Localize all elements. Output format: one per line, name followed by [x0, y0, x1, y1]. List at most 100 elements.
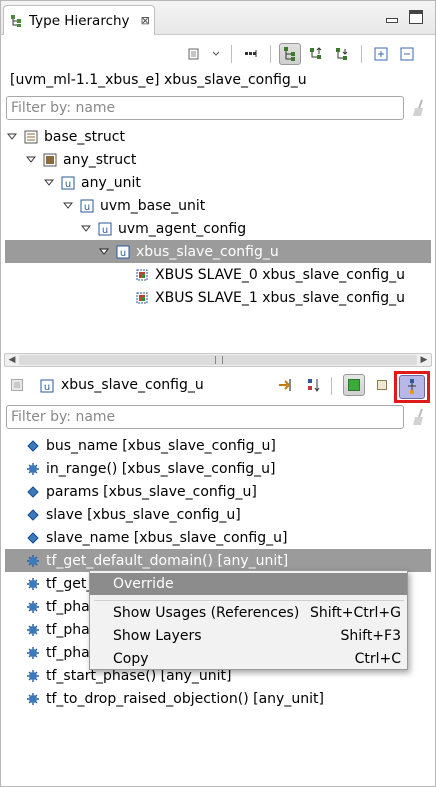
show-inherited-members-button[interactable]: [274, 374, 296, 396]
filter-members-button[interactable]: [343, 374, 365, 396]
tree-item-any-unit[interactable]: u any_unit: [43, 171, 141, 194]
member-label: bus_name [xbus_slave_config_u]: [46, 437, 276, 454]
member-tf-get[interactable]: tf_get_: [26, 572, 93, 595]
view-menu-button[interactable]: [183, 43, 205, 65]
method-icon: [26, 692, 40, 706]
tree-item-base-struct[interactable]: base_struct: [6, 125, 125, 148]
member-label: tf_get_: [46, 575, 94, 592]
green-square-icon: [348, 379, 360, 391]
members-filter-input[interactable]: Filter by: name: [6, 405, 404, 429]
tree-item-xbus-slave-0[interactable]: XBUS SLAVE_0 xbus_slave_config_u: [135, 263, 405, 286]
tree-item-xbus-slave-1[interactable]: XBUS SLAVE_1 xbus_slave_config_u: [135, 286, 405, 309]
tree-item-label: uvm_base_unit: [100, 197, 206, 214]
instance-icon: [135, 268, 149, 282]
toolbar-separator: [331, 377, 332, 395]
unit-icon: u: [61, 176, 75, 190]
menu-item-override[interactable]: Override: [90, 573, 407, 595]
breadcrumb: [uvm_ml-1.1_xbus_e] xbus_slave_config_u: [10, 72, 307, 88]
clear-filter-icon[interactable]: [410, 407, 428, 427]
member-in-range[interactable]: in_range() [xbus_slave_config_u]: [26, 457, 275, 480]
layout-button[interactable]: [240, 43, 262, 65]
tree-item-any-struct[interactable]: any_struct: [25, 148, 136, 171]
member-tf-get-default-domain[interactable]: tf_get_default_domain() [any_unit]: [5, 549, 431, 572]
close-icon[interactable]: ⊠: [141, 14, 150, 27]
member-slave[interactable]: slave [xbus_slave_config_u]: [26, 503, 241, 526]
show-supertype-hierarchy-button[interactable]: [305, 43, 327, 65]
hide-fields-button[interactable]: [371, 374, 393, 396]
tree-item-uvm-agent-config[interactable]: u uvm_agent_config: [80, 217, 246, 240]
view-tab-bar: Type Hierarchy ⊠: [1, 1, 435, 35]
expanded-twisty-icon[interactable]: [98, 246, 110, 258]
show-type-hierarchy-button[interactable]: [279, 43, 301, 65]
chevron-down-icon[interactable]: [209, 43, 223, 65]
tree-item-label: uvm_agent_config: [118, 220, 247, 237]
expanded-twisty-icon[interactable]: [25, 154, 37, 166]
field-icon: [26, 531, 40, 545]
svg-text:u: u: [44, 382, 50, 393]
expanded-twisty-icon[interactable]: [80, 223, 92, 235]
menu-item-label: Show Usages (References): [113, 605, 300, 621]
maximize-icon[interactable]: [409, 10, 423, 24]
history-icon: [188, 48, 199, 60]
member-tf-pha-1[interactable]: tf_pha: [26, 595, 90, 618]
svg-text:u: u: [65, 179, 71, 190]
members-toolbar: u xbus_slave_config_u: [1, 371, 435, 403]
tree-item-xbus-slave-config-u[interactable]: u xbus_slave_config_u: [5, 240, 431, 263]
menu-item-copy[interactable]: Copy Ctrl+C: [90, 648, 407, 670]
expanded-twisty-icon[interactable]: [43, 177, 55, 189]
member-tf-to-drop-raised-objection[interactable]: tf_to_drop_raised_objection() [any_unit]: [26, 687, 324, 710]
menu-item-label: Copy: [113, 651, 149, 667]
type-hierarchy-tab[interactable]: Type Hierarchy ⊠: [3, 5, 155, 35]
member-slave-name[interactable]: slave_name [xbus_slave_config_u]: [26, 526, 287, 549]
menu-item-shortcut: Shift+Ctrl+G: [309, 605, 401, 621]
context-menu: Override Show Usages (References) Shift+…: [89, 570, 408, 670]
expand-all-button[interactable]: [370, 43, 392, 65]
member-tf-pha-3[interactable]: tf_pha: [26, 641, 90, 664]
member-label: tf_pha: [46, 621, 90, 638]
square-icon: [377, 380, 387, 390]
member-view-icon: [11, 379, 23, 391]
collapse-all-icon: [400, 47, 414, 61]
member-label: tf_to_drop_raised_objection() [any_unit]: [46, 690, 324, 707]
member-tf-pha-2[interactable]: tf_pha: [26, 618, 90, 641]
show-subtype-hierarchy-button[interactable]: [331, 43, 353, 65]
member-label: params [xbus_slave_config_u]: [46, 483, 257, 500]
scrollbar-thumb[interactable]: [19, 355, 417, 365]
lock-view-button[interactable]: [399, 375, 425, 399]
field-icon: [26, 508, 40, 522]
hierarchy-filter-input[interactable]: Filter by: name: [6, 96, 404, 120]
tree-item-label: XBUS SLAVE_0 xbus_slave_config_u: [155, 266, 405, 283]
method-icon: [26, 577, 40, 591]
collapse-all-button[interactable]: [396, 43, 418, 65]
struct-icon: [24, 130, 38, 144]
svg-text:u: u: [84, 202, 90, 213]
minimize-icon[interactable]: [384, 10, 398, 24]
unit-icon: u: [80, 199, 94, 213]
method-icon: [26, 462, 40, 476]
hierarchy-lock-icon: [408, 379, 416, 394]
menu-item-show-usages[interactable]: Show Usages (References) Shift+Ctrl+G: [90, 602, 407, 624]
member-params[interactable]: params [xbus_slave_config_u]: [26, 480, 257, 503]
menu-item-shortcut: Ctrl+C: [354, 651, 401, 667]
inherited-members-icon: [279, 379, 291, 391]
horizontal-scrollbar[interactable]: ◀ ▶: [4, 353, 432, 367]
scroll-left-icon[interactable]: ◀: [5, 354, 19, 366]
expanded-twisty-icon[interactable]: [62, 200, 74, 212]
subtype-hierarchy-icon: [336, 48, 348, 60]
unit-icon: u: [40, 379, 54, 393]
instance-icon: [135, 291, 149, 305]
tree-item-uvm-base-unit[interactable]: u uvm_base_unit: [62, 194, 205, 217]
unit-icon: u: [116, 245, 130, 259]
hierarchy-toolbar: [183, 41, 422, 67]
expand-all-icon: [374, 47, 388, 61]
clear-filter-icon[interactable]: [410, 98, 428, 118]
member-bus-name[interactable]: bus_name [xbus_slave_config_u]: [26, 434, 276, 457]
tree-item-label: any_unit: [81, 174, 141, 191]
expanded-twisty-icon[interactable]: [6, 131, 18, 143]
menu-separator: [94, 600, 404, 601]
sort-members-button[interactable]: [303, 374, 325, 396]
field-icon: [26, 485, 40, 499]
method-icon: [26, 554, 40, 568]
menu-item-show-layers[interactable]: Show Layers Shift+F3: [90, 625, 407, 647]
scroll-right-icon[interactable]: ▶: [417, 354, 431, 366]
